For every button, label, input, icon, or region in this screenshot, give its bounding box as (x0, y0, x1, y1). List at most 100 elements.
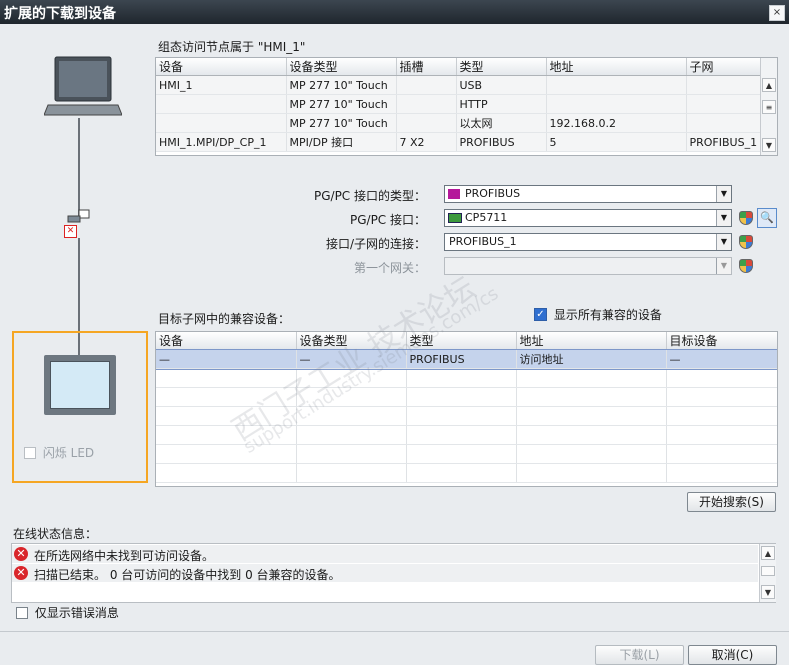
config-cell (396, 113, 457, 133)
close-icon[interactable]: × (769, 5, 785, 21)
target-col-type[interactable]: 类型 (406, 332, 517, 350)
target-col-address[interactable]: 地址 (516, 332, 667, 350)
scroll-grip-icon[interactable] (761, 566, 775, 576)
config-cell (546, 75, 687, 95)
list-item[interactable]: ✕ 扫描已结束。 0 台可访问的设备中找到 0 台兼容的设备。 (12, 564, 758, 582)
config-col-subnet[interactable]: 子网 (686, 58, 762, 76)
table-row[interactable]: MP 277 10" Touch HTTP (156, 94, 762, 114)
table-row[interactable]: — — PROFIBUS 访问地址 — (156, 348, 777, 370)
pgpc-type-select[interactable]: PROFIBUS ▼ (444, 185, 732, 203)
target-col-device[interactable]: 设备 (156, 332, 297, 350)
chevron-down-icon[interactable]: ▼ (716, 234, 731, 250)
window-title: 扩展的下载到设备 (4, 6, 116, 22)
config-cell: 192.168.0.2 (546, 113, 687, 133)
pgpc-type-label: PG/PC 接口的类型： (313, 189, 426, 203)
chevron-down-icon[interactable]: ▼ (716, 186, 731, 202)
status-label: 在线状态信息： (13, 527, 98, 541)
config-cell (686, 75, 762, 95)
config-cell: MPI/DP 接口 (286, 132, 397, 152)
status-message: 在所选网络中未找到可访问设备。 (34, 549, 215, 563)
target-cell: PROFIBUS (406, 349, 517, 369)
config-cell (396, 94, 457, 114)
table-row[interactable]: HMI_1 MP 277 10" Touch USB (156, 75, 762, 95)
list-item[interactable]: ✕ 在所选网络中未找到可访问设备。 (12, 545, 758, 563)
pgpc-type-value: PROFIBUS (465, 187, 521, 200)
config-cell: MP 277 10" Touch (286, 94, 397, 114)
target-cell: — (666, 349, 777, 369)
pgpc-iface-value: CP5711 (465, 211, 508, 224)
status-message: 扫描已结束。 0 台可访问的设备中找到 0 台兼容的设备。 (34, 568, 341, 582)
config-table: 设备 设备类型 插槽 类型 地址 子网 HMI_1 MP 277 10" Tou… (156, 58, 762, 152)
pgpc-iface-label: PG/PC 接口： (349, 213, 426, 227)
properties-icon[interactable]: 🔍 (757, 208, 777, 228)
config-cell: 以太网 (456, 113, 547, 133)
config-cell (396, 75, 457, 95)
table-row[interactable]: MP 277 10" Touch 以太网 192.168.0.2 (156, 113, 762, 133)
footer-divider (0, 631, 789, 632)
profibus-icon (448, 189, 460, 199)
target-col-target[interactable]: 目标设备 (666, 332, 777, 350)
empty-row (156, 444, 777, 464)
target-col-device-type[interactable]: 设备类型 (296, 332, 407, 350)
config-section-label: 组态访问节点属于 "HMI_1" (158, 40, 306, 54)
config-cell: MP 277 10" Touch (286, 75, 397, 95)
config-cell: 5 (546, 132, 687, 152)
config-col-type[interactable]: 类型 (456, 58, 547, 76)
start-search-button[interactable]: 开始搜索(S) (687, 492, 776, 512)
error-icon: ✕ (64, 225, 77, 238)
target-cell: — (296, 349, 407, 369)
config-cell: 7 X2 (396, 132, 457, 152)
empty-row (156, 425, 777, 445)
config-col-device[interactable]: 设备 (156, 58, 287, 76)
target-cell: — (156, 349, 297, 369)
chevron-down-icon[interactable]: ▼ (716, 258, 731, 274)
chevron-down-icon[interactable]: ▼ (716, 210, 731, 226)
config-col-device-type[interactable]: 设备类型 (286, 58, 397, 76)
empty-row (156, 368, 777, 388)
only-errors-label: 仅显示错误消息 (34, 606, 119, 620)
show-all-label: 显示所有兼容的设备 (553, 308, 662, 322)
scroll-up-icon[interactable]: ▲ (761, 546, 775, 560)
config-cell: PROFIBUS_1 (686, 132, 762, 152)
gateway-shield-icon[interactable] (739, 259, 753, 273)
config-cell (156, 94, 287, 114)
empty-row (156, 406, 777, 426)
scroll-down-icon[interactable]: ▼ (762, 138, 776, 152)
config-cell: HMI_1.MPI/DP_CP_1 (156, 132, 287, 152)
table-row[interactable]: HMI_1.MPI/DP_CP_1 MPI/DP 接口 7 X2 PROFIBU… (156, 132, 762, 152)
pc-icon (43, 55, 123, 119)
cp-card-icon (448, 213, 462, 223)
config-col-slot[interactable]: 插槽 (396, 58, 457, 76)
conn-select[interactable]: PROFIBUS_1 ▼ (444, 233, 732, 251)
config-cell: HMI_1 (156, 75, 287, 95)
status-scrollbar[interactable]: ▲ ▼ (759, 544, 776, 602)
conn-value: PROFIBUS_1 (449, 235, 517, 248)
hmi-panel-icon (44, 355, 116, 415)
conn-label: 接口/子网的连接： (325, 237, 426, 251)
empty-row (156, 387, 777, 407)
config-scrollbar[interactable]: ▲ ≡ ▼ (760, 58, 777, 155)
cancel-button[interactable]: 取消(C) (688, 645, 777, 665)
show-all-checkbox[interactable]: ✓ 显示所有兼容的设备 (534, 306, 662, 323)
config-col-address[interactable]: 地址 (546, 58, 687, 76)
pgpc-iface-select[interactable]: CP5711 ▼ (444, 209, 732, 227)
flash-led-label: 闪烁 LED (42, 446, 95, 460)
scroll-down-icon[interactable]: ▼ (761, 585, 775, 599)
config-cell: MP 277 10" Touch (286, 113, 397, 133)
gateway-select[interactable]: ▼ (444, 257, 732, 275)
config-cell (546, 94, 687, 114)
diagnostics-shield-icon[interactable] (739, 211, 753, 225)
only-errors-checkbox[interactable]: 仅显示错误消息 (16, 604, 119, 621)
title-bar: 扩展的下载到设备 × (0, 0, 789, 24)
target-table: 设备 设备类型 类型 地址 目标设备 — — PROFIBUS 访问地址 — (156, 332, 777, 483)
error-icon: ✕ (14, 566, 28, 580)
conn-shield-icon[interactable] (739, 235, 753, 249)
scroll-up-icon[interactable]: ▲ (762, 78, 776, 92)
status-list: ✕ 在所选网络中未找到可访问设备。 ✕ 扫描已结束。 0 台可访问的设备中找到 … (11, 543, 776, 603)
connection-line-top (78, 118, 80, 216)
checkbox-checked-icon[interactable]: ✓ (534, 308, 547, 321)
scroll-grip-icon[interactable]: ≡ (762, 100, 776, 114)
flash-led-checkbox[interactable]: 闪烁 LED (24, 444, 94, 461)
config-cell (686, 94, 762, 114)
download-button[interactable]: 下载(L) (595, 645, 684, 665)
